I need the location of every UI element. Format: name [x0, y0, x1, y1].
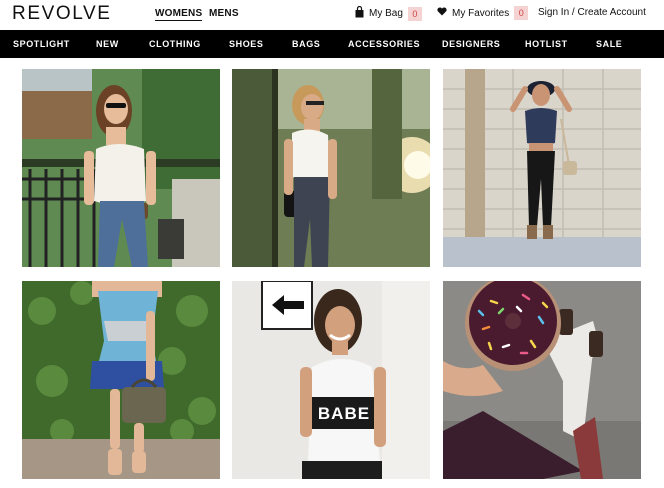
- nav-item-accessories[interactable]: ACCESSORIES: [348, 39, 420, 49]
- heart-icon: [437, 7, 447, 19]
- bag-count-badge: 0: [407, 6, 422, 21]
- gallery-photo-5[interactable]: BABE: [232, 281, 430, 479]
- revolve-logo[interactable]: REVOLVE: [12, 3, 112, 25]
- sign-in-link[interactable]: Sign In / Create Account: [538, 7, 646, 18]
- my-bag-link[interactable]: My Bag 0: [355, 5, 422, 21]
- gallery-photo-3[interactable]: [443, 69, 641, 267]
- my-favorites-label: My Favorites: [452, 7, 510, 19]
- my-favorites-link[interactable]: My Favorites 0: [437, 6, 529, 20]
- nav-item-shoes[interactable]: SHOES: [229, 39, 264, 49]
- nav-item-hotlist[interactable]: HOTLIST: [525, 39, 568, 49]
- gallery-photo-1[interactable]: [22, 69, 220, 267]
- shopping-bag-icon: [355, 5, 364, 21]
- nav-item-sale[interactable]: SALE: [596, 39, 622, 49]
- nav-item-bags[interactable]: BAGS: [292, 39, 320, 49]
- favorites-count-badge: 0: [514, 6, 529, 20]
- babe-shirt-text: BABE: [318, 404, 370, 423]
- site-header: REVOLVE WOMENS MENS My Bag 0 My Favorite…: [0, 0, 664, 30]
- nav-item-designers[interactable]: DESIGNERS: [442, 39, 500, 49]
- nav-item-new[interactable]: NEW: [96, 39, 119, 49]
- gallery-photo-2[interactable]: [232, 69, 430, 267]
- gallery-photo-6[interactable]: [443, 281, 641, 479]
- mens-link[interactable]: MENS: [209, 8, 239, 19]
- nav-item-clothing[interactable]: CLOTHING: [149, 39, 201, 49]
- gallery-photo-4[interactable]: [22, 281, 220, 479]
- womens-link[interactable]: WOMENS: [155, 8, 203, 21]
- nav-item-spotlight[interactable]: SPOTLIGHT: [13, 39, 70, 49]
- my-bag-label: My Bag: [369, 8, 403, 19]
- main-navigation: SPOTLIGHT NEW CLOTHING SHOES BAGS ACCESS…: [0, 30, 664, 58]
